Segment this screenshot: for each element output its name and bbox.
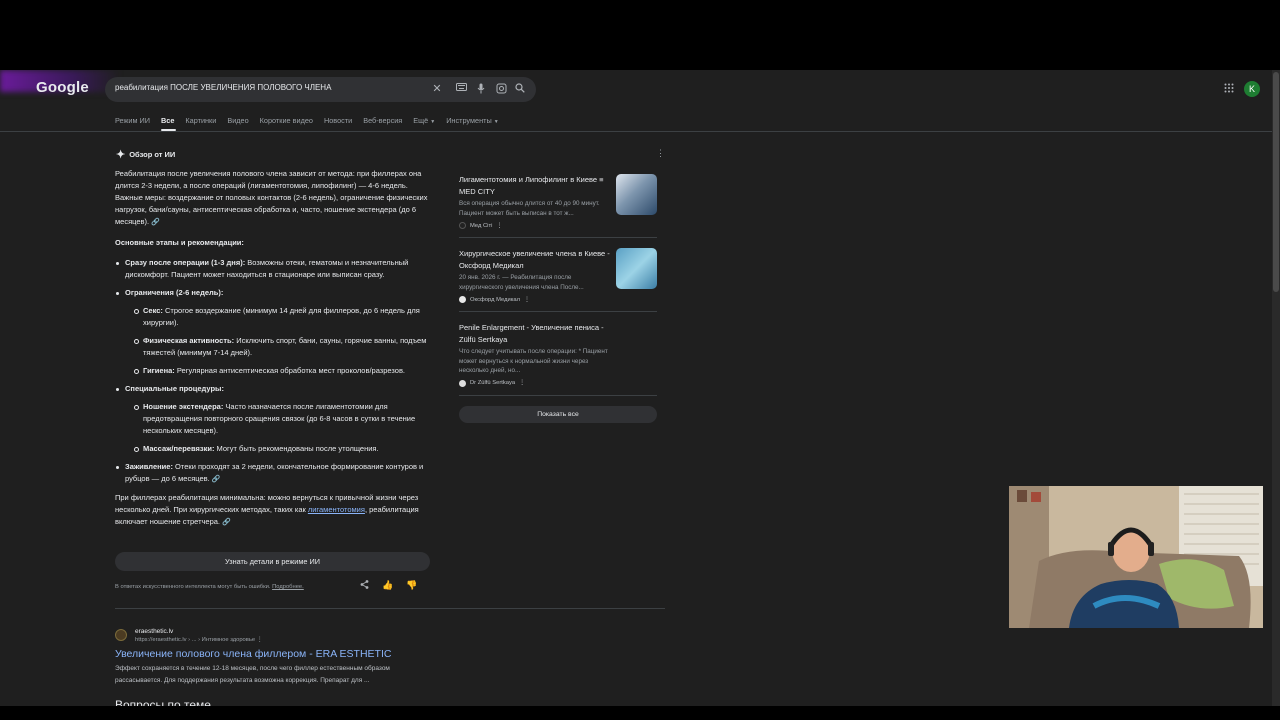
result-url[interactable]: https://eraesthetic.lv › ... › Интимное … bbox=[135, 637, 263, 643]
tab-tools[interactable]: Инструменты ▼ bbox=[446, 116, 498, 128]
feedback-actions: 👍 👎 bbox=[360, 580, 417, 591]
apps-grid-icon[interactable] bbox=[1224, 83, 1236, 95]
more-options-icon[interactable]: ⋮ bbox=[496, 223, 502, 229]
search-icon[interactable] bbox=[514, 83, 526, 95]
tab-videos[interactable]: Видео bbox=[227, 116, 248, 128]
ai-intro: Реабилитация после увеличения полового ч… bbox=[115, 169, 428, 226]
more-options-icon[interactable]: ⋮ bbox=[656, 148, 665, 159]
chevron-down-icon: ▼ bbox=[493, 119, 499, 125]
tab-more[interactable]: Ещё ▼ bbox=[413, 116, 435, 128]
tab-all[interactable]: Все bbox=[161, 116, 174, 128]
related-questions-heading: Вопросы по теме bbox=[115, 698, 211, 706]
tab-short-videos[interactable]: Короткие видео bbox=[260, 116, 313, 128]
source-card[interactable]: Лигаментотомия и Липофилинг в Киеве ≡ ME… bbox=[459, 174, 657, 238]
section-divider bbox=[115, 608, 665, 609]
source-title[interactable]: Хирургическое увеличение члена в Киеве -… bbox=[459, 248, 611, 271]
source-snippet: Вся операция обычно длится от 40 до 90 м… bbox=[459, 200, 600, 217]
ai-sources-panel: Лигаментотомия и Липофилинг в Киеве ≡ ME… bbox=[459, 174, 657, 423]
thumbs-down-icon[interactable]: 👎 bbox=[406, 580, 417, 591]
ligamentotomy-link[interactable]: лигаментотомия bbox=[308, 505, 365, 514]
source-snippet: Что следует учитывать после операции: * … bbox=[459, 348, 608, 374]
source-thumbnail bbox=[616, 174, 657, 215]
ai-overview-body: Реабилитация после увеличения полового ч… bbox=[115, 168, 435, 537]
more-options-icon[interactable]: ⋮ bbox=[257, 637, 263, 643]
more-options-icon[interactable]: ⋮ bbox=[519, 380, 525, 386]
list-item: Заживление: Отеки проходят за 2 недели, … bbox=[115, 461, 435, 486]
ai-heading: Основные этапы и рекомендации: bbox=[115, 238, 244, 247]
favicon-icon bbox=[459, 222, 466, 229]
search-results-page: Google реабилитация ПОСЛЕ УВЕЛИЧЕНИЯ ПОЛ… bbox=[0, 70, 1272, 706]
ai-list: Сразу после операции (1-3 дня): Возможны… bbox=[115, 257, 435, 486]
list-item: Гигиена: Регулярная антисептическая обра… bbox=[125, 365, 435, 377]
list-item: Сразу после операции (1-3 дня): Возможны… bbox=[115, 257, 435, 281]
list-item: Массаж/перевязки: Могут быть рекомендова… bbox=[125, 443, 435, 455]
source-thumbnail bbox=[616, 248, 657, 289]
ai-overview-title: ✦ Обзор от ИИ bbox=[116, 149, 176, 161]
chevron-down-icon: ▼ bbox=[430, 119, 436, 125]
source-title[interactable]: Penile Enlargement - Увеличение пениса -… bbox=[459, 322, 611, 345]
list-item: Специальные процедуры: Ношение экстендер… bbox=[115, 383, 435, 455]
tab-web[interactable]: Веб-версия bbox=[363, 116, 402, 128]
site-favicon-icon bbox=[115, 629, 127, 641]
list-item: Физическая активность: Исключить спорт, … bbox=[125, 335, 435, 359]
source-site: Мед Сіті ⋮ bbox=[459, 222, 657, 229]
keyboard-icon[interactable] bbox=[455, 83, 467, 95]
result-site-name[interactable]: eraesthetic.lv bbox=[135, 628, 173, 635]
source-snippet: 20 янв. 2026 г. — Реабилитация после хир… bbox=[459, 274, 584, 291]
close-icon[interactable]: ✕ bbox=[431, 83, 443, 95]
webcam-overlay bbox=[1009, 486, 1263, 628]
lens-icon[interactable] bbox=[495, 83, 507, 95]
tab-images[interactable]: Картинки bbox=[185, 116, 216, 128]
favicon-icon bbox=[459, 296, 466, 303]
show-all-button[interactable]: Показать все bbox=[459, 405, 657, 423]
tab-ai-mode[interactable]: Режим ИИ bbox=[115, 116, 150, 128]
link-icon[interactable]: 🔗 bbox=[222, 519, 231, 526]
learn-more-link[interactable]: Подробнее. bbox=[272, 584, 304, 590]
search-tabs: Режим ИИ Все Картинки Видео Короткие вид… bbox=[115, 116, 499, 128]
sparkle-icon: ✦ bbox=[116, 149, 126, 161]
share-icon[interactable] bbox=[360, 580, 369, 591]
source-site: Оксфорд Медикал ⋮ bbox=[459, 296, 657, 303]
link-icon[interactable]: 🔗 bbox=[151, 219, 160, 226]
more-options-icon[interactable]: ⋮ bbox=[524, 297, 530, 303]
scrollbar-thumb[interactable] bbox=[1273, 72, 1279, 292]
avatar[interactable]: K bbox=[1244, 81, 1260, 97]
source-title[interactable]: Лигаментотомия и Липофилинг в Киеве ≡ ME… bbox=[459, 174, 611, 197]
link-icon[interactable]: 🔗 bbox=[212, 476, 221, 483]
video-bottom-letterbox bbox=[0, 706, 1280, 720]
list-item: Ограничения (2-6 недель): Секс: Строгое … bbox=[115, 287, 435, 377]
google-logo[interactable]: Google bbox=[36, 79, 89, 96]
search-box[interactable]: реабилитация ПОСЛЕ УВЕЛИЧЕНИЯ ПОЛОВОГО Ч… bbox=[105, 77, 536, 102]
video-top-letterbox bbox=[0, 0, 1280, 70]
source-site: Dr Zülfü Sertkaya ⋮ bbox=[459, 379, 657, 387]
header-divider bbox=[0, 131, 1272, 132]
list-item: Секс: Строгое воздержание (минимум 14 дн… bbox=[125, 305, 435, 329]
ai-mode-details-button[interactable]: Узнать детали в режиме ИИ bbox=[115, 552, 430, 571]
result-title-link[interactable]: Увеличение полового члена филлером - ERA… bbox=[115, 648, 391, 660]
source-card[interactable]: Хирургическое увеличение члена в Киеве -… bbox=[459, 248, 657, 312]
thumbs-up-icon[interactable]: 👍 bbox=[382, 580, 393, 591]
ai-disclaimer: В ответах искусственного интеллекта могу… bbox=[115, 584, 304, 590]
tab-news[interactable]: Новости bbox=[324, 116, 352, 128]
favicon-icon bbox=[459, 379, 466, 387]
ai-outro: При филлерах реабилитация минимальна: мо… bbox=[115, 493, 419, 526]
list-item: Ношение экстендера: Часто назначается по… bbox=[125, 401, 435, 437]
search-input[interactable]: реабилитация ПОСЛЕ УВЕЛИЧЕНИЯ ПОЛОВОГО Ч… bbox=[115, 83, 331, 92]
result-snippet: Эффект сохраняется в течение 12-18 месяц… bbox=[115, 665, 390, 684]
source-card[interactable]: Penile Enlargement - Увеличение пениса -… bbox=[459, 322, 657, 396]
page-scrollbar[interactable] bbox=[1272, 70, 1280, 706]
mic-icon[interactable] bbox=[475, 83, 487, 95]
